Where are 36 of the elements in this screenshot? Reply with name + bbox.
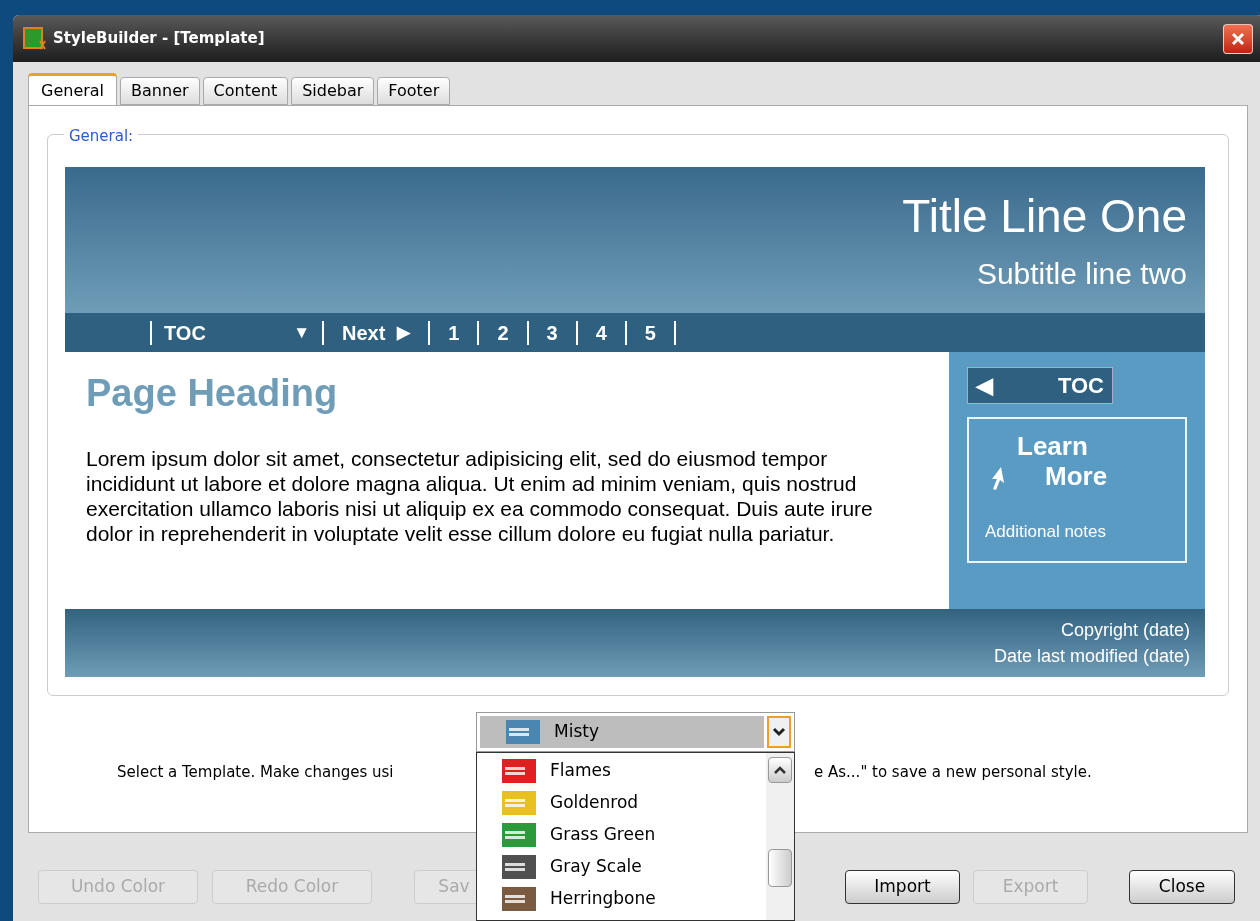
nav-link[interactable]: 4: [577, 317, 625, 348]
banner-title: Title Line One: [902, 193, 1187, 239]
selected-value: Misty: [554, 720, 599, 744]
page-heading: Page Heading: [86, 374, 339, 412]
hint-text: Select a Template. Make changes usi: [117, 762, 394, 783]
nav-link[interactable]: 5: [626, 317, 674, 348]
tab[interactable]: Footer: [377, 77, 451, 105]
window-title: StyleBuilder - [Template]: [53, 28, 265, 50]
dropdown-option[interactable]: Goldenrod: [477, 787, 766, 819]
footer-text: Date last modified (date): [993, 645, 1190, 668]
nav-link[interactable]: 2: [479, 317, 527, 348]
scrollbar[interactable]: [766, 753, 794, 920]
footer-text: Copyright (date): [1060, 619, 1190, 642]
tab[interactable]: Banner: [120, 77, 200, 105]
dropdown-option[interactable]: Flames: [477, 755, 766, 787]
app-logo-icon: [23, 26, 47, 51]
nav-link[interactable]: TOC ▼: [152, 317, 322, 348]
tab[interactable]: Sidebar: [291, 77, 375, 105]
close-icon[interactable]: [1223, 23, 1253, 54]
action-button[interactable]: Import: [845, 870, 960, 904]
body-paragraph: Lorem ipsum dolor sit amet, consectetur adipisicing elit, sed do eiusmod tempor incididunt ut labore et dolore magna aliqua. Ut enim ad minim veniam, quis nostrud exercitation ullamco laboris nisi ut aliquip ex ea commodo consequat. Duis aute irure dolor in reprehenderit in voluptate velit esse cillum dolore eu fugiat nulla pariatur.: [86, 446, 874, 546]
nav-link[interactable]: Next ▶: [324, 317, 429, 348]
notes-text: Additional notes: [985, 521, 1106, 543]
nav-link[interactable]: 1: [430, 317, 478, 348]
toc-button[interactable]: ◀ TOC: [967, 367, 1113, 404]
nav-link[interactable]: 3: [528, 317, 576, 348]
tab[interactable]: Content: [202, 77, 289, 105]
action-button[interactable]: Close: [1129, 870, 1235, 904]
dropdown-option[interactable]: Grass Green: [477, 819, 766, 851]
chevron-down-icon[interactable]: [767, 716, 791, 748]
tab[interactable]: General: [28, 73, 118, 106]
scroll-thumb[interactable]: [768, 849, 792, 887]
scroll-up-icon[interactable]: [768, 757, 792, 783]
banner-subtitle: Subtitle line two: [976, 256, 1187, 292]
template-dropdown[interactable]: Misty: [476, 712, 795, 752]
hint-text: e As..." to save a new personal style.: [814, 762, 1092, 783]
